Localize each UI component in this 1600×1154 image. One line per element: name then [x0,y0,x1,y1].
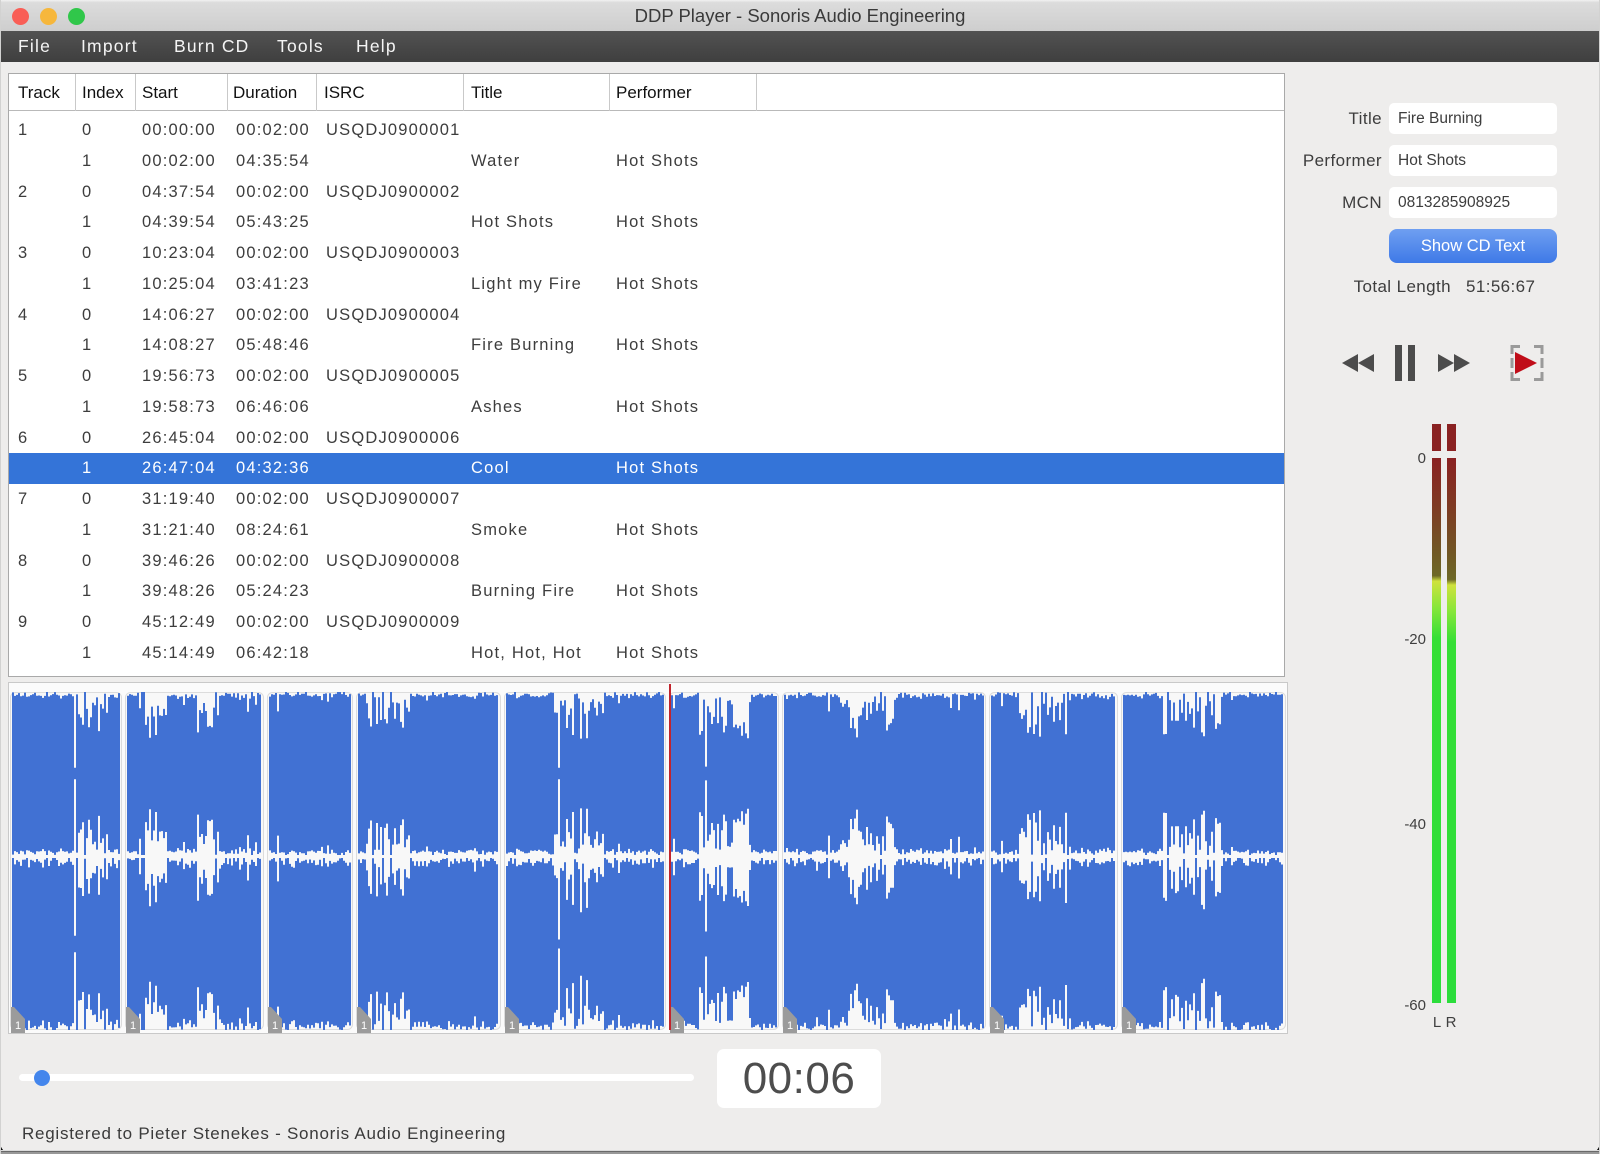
svg-text:1: 1 [674,1020,680,1032]
svg-text:1: 1 [272,1020,278,1032]
svg-text:1: 1 [130,1020,136,1032]
svg-text:1: 1 [509,1020,515,1032]
svg-text:1: 1 [15,1020,21,1032]
svg-text:1: 1 [1126,1020,1132,1032]
svg-text:1: 1 [361,1020,367,1032]
svg-text:1: 1 [787,1020,793,1032]
svg-text:1: 1 [994,1020,1000,1032]
